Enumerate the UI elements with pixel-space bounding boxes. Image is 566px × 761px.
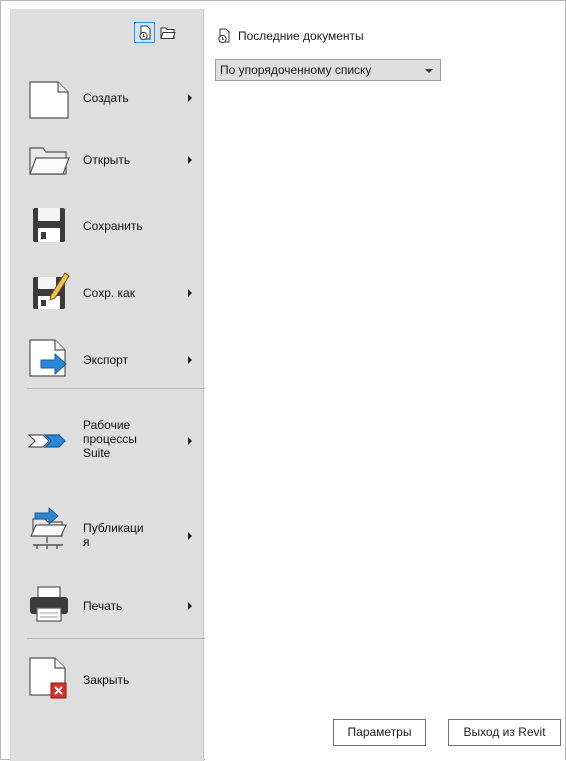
menu-item-save-as[interactable]: Сохр. как: [10, 263, 204, 319]
publish-icon: [27, 506, 71, 551]
submenu-arrow-icon: [188, 356, 192, 364]
sort-order-value: По упорядоченному списку: [220, 63, 372, 77]
menu-item-open[interactable]: Открыть: [10, 132, 204, 188]
close-document-icon: [27, 655, 71, 699]
menu-item-export[interactable]: Экспорт: [10, 329, 204, 385]
application-menu: Создать Открыть Сохранить Сохр. как Эксп…: [0, 0, 566, 761]
menu-item-label: Создать: [83, 91, 129, 105]
open-folder-icon: [27, 138, 71, 182]
submenu-arrow-icon: [188, 156, 192, 164]
menu-item-print[interactable]: Печать: [10, 576, 204, 632]
suite-workflows-icon: [27, 419, 71, 463]
menu-separator: [27, 388, 209, 389]
recent-documents-panel: Последние документы По упорядоченному сп…: [205, 9, 565, 761]
menu-item-save[interactable]: Сохранить: [10, 197, 204, 253]
recent-documents-icon: [138, 25, 150, 40]
open-documents-icon: [159, 27, 176, 39]
options-button[interactable]: Параметры: [333, 719, 426, 746]
menu-item-close[interactable]: Закрыть: [10, 649, 204, 705]
print-icon: [27, 582, 71, 626]
menu-item-label: Открыть: [83, 153, 131, 167]
submenu-arrow-icon: [188, 602, 192, 610]
chevron-down-icon: [425, 69, 433, 73]
submenu-arrow-icon: [188, 437, 192, 445]
menu-item-label: Рабочие процессы Suite: [83, 418, 137, 460]
menu-item-publish[interactable]: Публикаци я: [10, 499, 204, 555]
menu-item-label: Экспорт: [83, 353, 129, 367]
menu-item-label: Публикаци я: [83, 521, 144, 549]
recent-documents-button[interactable]: [134, 22, 155, 43]
application-menu-sidebar: Создать Открыть Сохранить Сохр. как Эксп…: [10, 9, 209, 761]
recent-documents-title: Последние документы: [238, 29, 364, 43]
exit-revit-button[interactable]: Выход из Revit: [448, 719, 561, 746]
save-icon: [27, 203, 71, 247]
open-documents-button[interactable]: [157, 22, 178, 43]
menu-item-suite-workflows[interactable]: Рабочие процессы Suite: [10, 409, 204, 473]
sort-order-dropdown[interactable]: По упорядоченному списку: [215, 59, 441, 81]
menu-separator: [27, 638, 209, 639]
menu-item-new[interactable]: Создать: [10, 71, 204, 127]
recent-documents-icon: [218, 28, 230, 44]
submenu-arrow-icon: [188, 289, 192, 297]
submenu-arrow-icon: [188, 94, 192, 102]
new-document-icon: [27, 77, 71, 121]
recent-documents-header: Последние документы: [216, 28, 364, 44]
menu-item-label: Сохранить: [83, 219, 143, 233]
menu-item-label: Печать: [83, 599, 123, 613]
submenu-arrow-icon: [188, 532, 192, 540]
save-as-icon: [27, 269, 71, 313]
menu-item-label: Закрыть: [83, 673, 130, 687]
menu-item-label: Сохр. как: [83, 286, 135, 300]
export-icon: [27, 335, 71, 379]
